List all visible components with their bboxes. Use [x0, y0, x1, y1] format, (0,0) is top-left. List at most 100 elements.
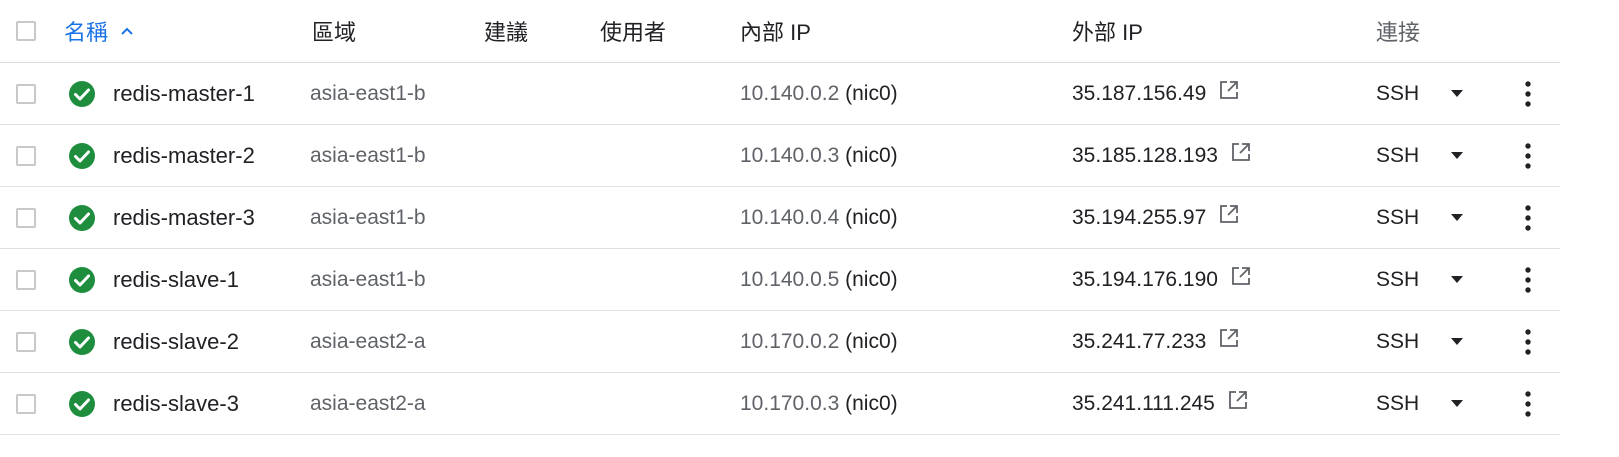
open-in-new-icon[interactable]	[1218, 327, 1240, 349]
ssh-button[interactable]: SSH	[1376, 63, 1419, 124]
column-header-internal-ip[interactable]: 內部 IP	[740, 0, 811, 62]
more-vert-icon	[1525, 328, 1531, 355]
zone-value: asia-east2-a	[310, 391, 426, 415]
internal-ip-value: 10.140.0.2	[740, 81, 840, 105]
row-select-cell	[16, 125, 36, 186]
ssh-button[interactable]: SSH	[1376, 187, 1419, 248]
row-checkbox[interactable]	[16, 393, 36, 414]
internal-ip-cell: 10.140.0.4 (nic0)	[740, 187, 898, 248]
row-checkbox[interactable]	[16, 331, 36, 352]
column-header-recommendation[interactable]: 建議	[484, 0, 528, 62]
external-ip-link[interactable]: 35.187.156.49	[1072, 82, 1206, 106]
table-row[interactable]: redis-slave-1 asia-east1-b 10.140.0.5 (n…	[0, 249, 1560, 311]
more-vert-icon	[1525, 80, 1531, 107]
open-in-new-icon[interactable]	[1230, 265, 1252, 287]
zone-cell: asia-east1-b	[310, 249, 426, 310]
instance-name-link[interactable]: redis-slave-3	[113, 373, 239, 434]
zone-value: asia-east1-b	[310, 267, 426, 291]
zone-cell: asia-east2-a	[310, 373, 426, 434]
more-actions-button[interactable]	[1525, 373, 1531, 434]
instance-name-link[interactable]: redis-master-2	[113, 125, 255, 186]
nic-label: (nic0)	[845, 267, 898, 291]
external-ip-link[interactable]: 35.185.128.193	[1072, 144, 1218, 168]
table-header: 名稱 區域 建議 使用者 內部 IP 外部 IP 連接	[0, 0, 1560, 63]
zone-value: asia-east2-a	[310, 329, 426, 353]
external-ip-link[interactable]: 35.194.176.190	[1072, 268, 1218, 292]
table-row[interactable]: redis-slave-3 asia-east2-a 10.170.0.3 (n…	[0, 373, 1560, 435]
arrow-drop-down-icon	[1451, 151, 1463, 159]
table-row[interactable]: redis-slave-2 asia-east2-a 10.170.0.2 (n…	[0, 311, 1560, 373]
column-header-in-use-by[interactable]: 使用者	[600, 0, 666, 62]
ssh-dropdown-button[interactable]	[1451, 187, 1463, 248]
row-checkbox[interactable]	[16, 207, 36, 228]
vm-instances-table: 名稱 區域 建議 使用者 內部 IP 外部 IP 連接 redis-master…	[0, 0, 1560, 435]
zone-cell: asia-east2-a	[310, 311, 426, 372]
ssh-dropdown-button[interactable]	[1451, 63, 1463, 124]
column-header-recommendation-label: 建議	[484, 20, 529, 45]
internal-ip-value: 10.140.0.4	[740, 205, 840, 229]
instance-name-link[interactable]: redis-slave-2	[113, 311, 239, 372]
external-ip-cell: 35.185.128.193	[1072, 125, 1252, 186]
more-actions-button[interactable]	[1525, 311, 1531, 372]
more-actions-button[interactable]	[1525, 249, 1531, 310]
more-actions-button[interactable]	[1525, 125, 1531, 186]
row-checkbox[interactable]	[16, 83, 36, 104]
column-header-zone[interactable]: 區域	[312, 0, 356, 62]
ssh-label: SSH	[1376, 391, 1420, 415]
table-body: redis-master-1 asia-east1-b 10.140.0.2 (…	[0, 63, 1560, 435]
external-ip-cell: 35.194.176.190	[1072, 249, 1252, 310]
open-in-new-icon[interactable]	[1218, 203, 1240, 225]
ssh-dropdown-button[interactable]	[1451, 311, 1463, 372]
row-select-cell	[16, 373, 36, 434]
select-all-checkbox[interactable]	[16, 21, 36, 41]
instance-name-link[interactable]: redis-slave-1	[113, 249, 239, 310]
row-select-cell	[16, 249, 36, 310]
status-cell	[68, 249, 96, 310]
internal-ip-cell: 10.170.0.3 (nic0)	[740, 373, 898, 434]
ssh-dropdown-button[interactable]	[1451, 125, 1463, 186]
open-in-new-icon[interactable]	[1230, 141, 1252, 163]
status-running-icon	[69, 328, 95, 355]
ssh-button[interactable]: SSH	[1376, 311, 1419, 372]
zone-value: asia-east1-b	[310, 205, 426, 229]
external-ip-link[interactable]: 35.241.111.245	[1072, 392, 1215, 416]
internal-ip-value: 10.140.0.3	[740, 143, 840, 167]
ssh-dropdown-button[interactable]	[1451, 249, 1463, 310]
status-running-icon	[69, 266, 95, 293]
column-header-zone-label: 區域	[312, 20, 357, 45]
arrow-drop-down-icon	[1451, 213, 1463, 221]
row-checkbox[interactable]	[16, 269, 36, 290]
status-running-icon	[69, 80, 95, 107]
internal-ip-cell: 10.170.0.2 (nic0)	[740, 311, 898, 372]
table-row[interactable]: redis-master-2 asia-east1-b 10.140.0.3 (…	[0, 125, 1560, 187]
more-actions-button[interactable]	[1525, 187, 1531, 248]
ssh-dropdown-button[interactable]	[1451, 373, 1463, 434]
instance-name: redis-slave-1	[113, 266, 239, 292]
column-header-external-ip[interactable]: 外部 IP	[1072, 0, 1143, 62]
more-actions-button[interactable]	[1525, 63, 1531, 124]
nic-label: (nic0)	[845, 143, 898, 167]
open-in-new-icon[interactable]	[1227, 389, 1249, 411]
external-ip-link[interactable]: 35.241.77.233	[1072, 330, 1206, 354]
ssh-label: SSH	[1376, 329, 1420, 353]
nic-label: (nic0)	[845, 205, 898, 229]
ssh-button[interactable]: SSH	[1376, 125, 1419, 186]
instance-name-link[interactable]: redis-master-1	[113, 63, 255, 124]
table-row[interactable]: redis-master-1 asia-east1-b 10.140.0.2 (…	[0, 63, 1560, 125]
more-vert-icon	[1525, 390, 1531, 417]
table-row[interactable]: redis-master-3 asia-east1-b 10.140.0.4 (…	[0, 187, 1560, 249]
row-checkbox[interactable]	[16, 145, 36, 166]
ssh-button[interactable]: SSH	[1376, 249, 1419, 310]
arrow-drop-down-icon	[1451, 275, 1463, 283]
column-header-name[interactable]: 名稱	[64, 0, 134, 62]
select-all-cell	[16, 0, 36, 62]
instance-name-link[interactable]: redis-master-3	[113, 187, 255, 248]
status-cell	[68, 187, 96, 248]
nic-label: (nic0)	[845, 329, 898, 353]
ssh-button[interactable]: SSH	[1376, 373, 1419, 434]
status-running-icon	[69, 204, 95, 231]
row-select-cell	[16, 63, 36, 124]
external-ip-link[interactable]: 35.194.255.97	[1072, 206, 1206, 230]
open-in-new-icon[interactable]	[1218, 79, 1240, 101]
zone-value: asia-east1-b	[310, 81, 426, 105]
